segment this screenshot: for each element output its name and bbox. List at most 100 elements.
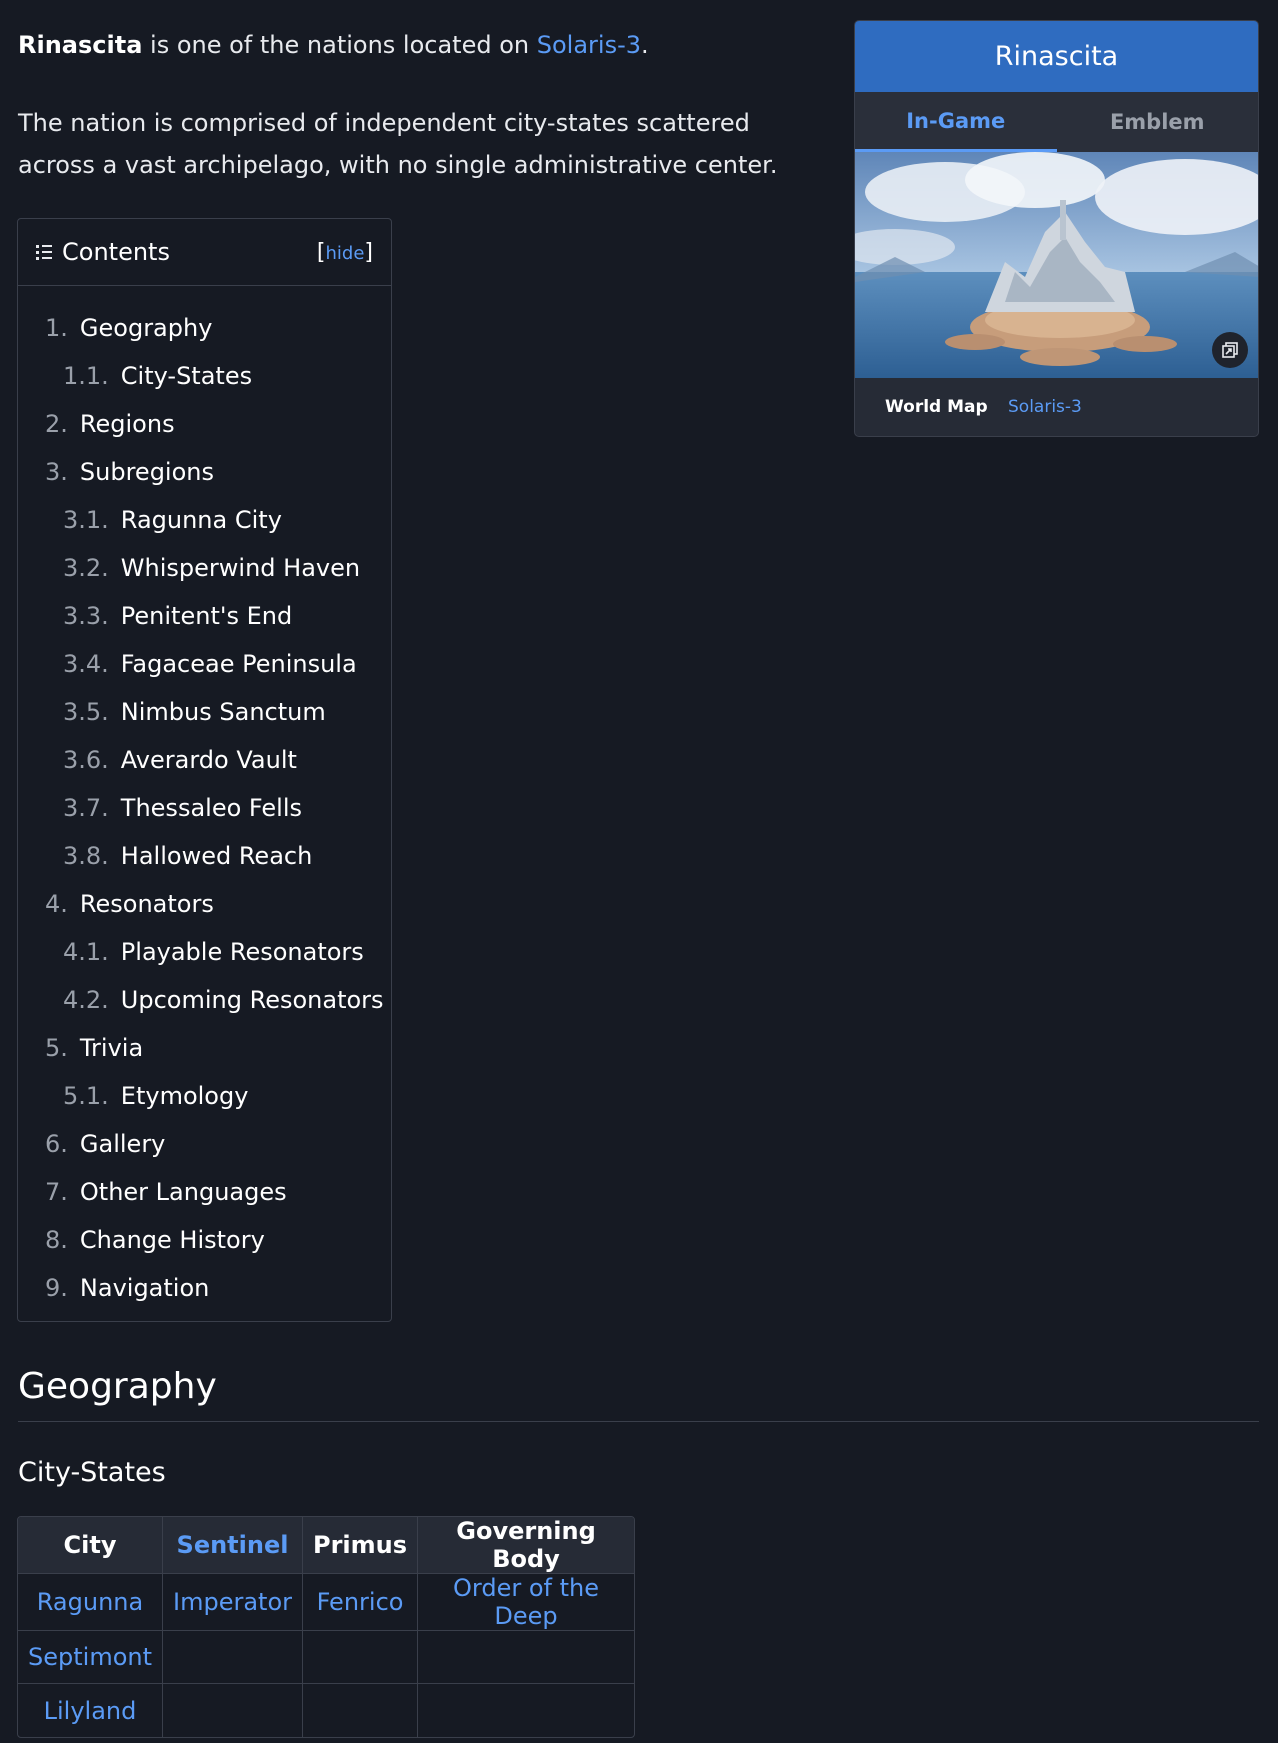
column-header-primus[interactable]: Primus [303, 1517, 419, 1574]
city-link[interactable]: Septimont [28, 1643, 152, 1671]
solaris-link[interactable]: Solaris-3 [537, 31, 641, 59]
table-cell [163, 1631, 303, 1684]
toc-item-number: 5. [45, 1034, 68, 1062]
infobox: Rinascita In-Game Emblem World Map Solar… [854, 20, 1259, 437]
toc-item-label[interactable]: Averardo Vault [121, 746, 297, 774]
table-cell [303, 1631, 419, 1684]
toc-item-label[interactable]: Whisperwind Haven [121, 554, 360, 582]
toc-item[interactable]: 5. Trivia [18, 1024, 391, 1072]
tab-in-game[interactable]: In-Game [855, 92, 1057, 152]
table-row: Ragunna Imperator Fenrico Order of the D… [18, 1574, 635, 1631]
intro-paragraph-1: Rinascita is one of the nations located … [18, 24, 818, 66]
expand-image-button[interactable] [1212, 332, 1248, 368]
infobox-tabs: In-Game Emblem [855, 92, 1258, 152]
subsection-heading-city-states: City-States [18, 1457, 166, 1488]
intro-text: is one of the nations located on [142, 31, 537, 59]
toc-item-label[interactable]: Hallowed Reach [121, 842, 313, 870]
toc-item-label[interactable]: Navigation [80, 1274, 209, 1302]
toc-item[interactable]: 6. Gallery [18, 1120, 391, 1168]
toc-item-number: 8. [45, 1226, 68, 1254]
toc-item-number: 3.1. [63, 506, 109, 534]
toc-item[interactable]: 9. Navigation [18, 1264, 391, 1312]
primus-link[interactable]: Fenrico [317, 1588, 404, 1616]
toc-item-number: 3.6. [63, 746, 109, 774]
toc-item-label[interactable]: Upcoming Resonators [121, 986, 384, 1014]
toc-item-label[interactable]: Subregions [80, 458, 214, 486]
toc-item[interactable]: 5.1. Etymology [18, 1072, 391, 1120]
infobox-title: Rinascita [855, 21, 1258, 92]
city-link[interactable]: Ragunna [37, 1588, 143, 1616]
toc-item-label[interactable]: Ragunna City [121, 506, 282, 534]
toc-item-number: 4. [45, 890, 68, 918]
table-row: Lilyland [18, 1684, 634, 1737]
nation-name-bold: Rinascita [18, 31, 143, 59]
toc-item-number: 3.7. [63, 794, 109, 822]
toc-item[interactable]: 3.2. Whisperwind Haven [18, 544, 391, 592]
toc-item-label[interactable]: Trivia [80, 1034, 143, 1062]
toc-item-number: 7. [45, 1178, 68, 1206]
toc-item[interactable]: 3.8. Hallowed Reach [18, 832, 391, 880]
table-cell [303, 1684, 419, 1737]
toc-item[interactable]: 3.7. Thessaleo Fells [18, 784, 391, 832]
toc-title: Contents [62, 238, 170, 266]
tab-emblem[interactable]: Emblem [1057, 92, 1259, 152]
column-header-governing-body[interactable]: Governing Body [418, 1517, 635, 1574]
toc-item[interactable]: 1.1. City-States [18, 352, 391, 400]
toc-item-label[interactable]: Geography [80, 314, 213, 342]
toc-item-label[interactable]: Change History [80, 1226, 265, 1254]
toc-item-label[interactable]: Gallery [80, 1130, 165, 1158]
toc-item[interactable]: 7. Other Languages [18, 1168, 391, 1216]
toc-item-number: 5.1. [63, 1082, 109, 1110]
toc-item[interactable]: 4.1. Playable Resonators [18, 928, 391, 976]
toc-item-label[interactable]: Other Languages [80, 1178, 287, 1206]
toc-item-number: 4.1. [63, 938, 109, 966]
toc-item-label[interactable]: Thessaleo Fells [121, 794, 302, 822]
toc-item[interactable]: 2. Regions [18, 400, 391, 448]
toc-item[interactable]: 1. Geography [18, 304, 391, 352]
toc-item-label[interactable]: Playable Resonators [121, 938, 364, 966]
toc-item[interactable]: 3.4. Fagaceae Peninsula [18, 640, 391, 688]
governing-body-link[interactable]: Order of the Deep [453, 1574, 599, 1630]
infobox-world-map-row: World Map Solaris-3 [855, 378, 1258, 436]
article-intro: Rinascita is one of the nations located … [18, 24, 818, 222]
toc-item-number: 3.2. [63, 554, 109, 582]
toc-hide-link[interactable]: hide [325, 243, 364, 264]
table-header-row: City Sentinel Primus Governing Body [18, 1517, 635, 1574]
toc-item-number: 3.4. [63, 650, 109, 678]
toc-item-label[interactable]: Regions [80, 410, 175, 438]
column-header-sentinel[interactable]: Sentinel [163, 1517, 303, 1574]
toc-hide-toggle[interactable]: [hide] [317, 240, 373, 265]
city-link[interactable]: Lilyland [44, 1697, 137, 1725]
toc-item[interactable]: 3.6. Averardo Vault [18, 736, 391, 784]
table-cell [418, 1631, 635, 1684]
toc-item-number: 6. [45, 1130, 68, 1158]
toc-item-number: 1. [45, 314, 68, 342]
toc-item[interactable]: 3.1. Ragunna City [18, 496, 391, 544]
toc-item[interactable]: 3.5. Nimbus Sanctum [18, 688, 391, 736]
toc-item-label[interactable]: Penitent's End [121, 602, 292, 630]
toc-header: Contents [hide] [18, 219, 391, 286]
table-cell [163, 1684, 303, 1737]
toc-item-number: 2. [45, 410, 68, 438]
nation-image[interactable] [855, 152, 1258, 378]
table-cell [418, 1684, 634, 1737]
toc-item-label[interactable]: Etymology [121, 1082, 249, 1110]
toc-item-number: 4.2. [63, 986, 109, 1014]
toc-item-label[interactable]: City-States [121, 362, 252, 390]
table-of-contents: Contents [hide] 1. Geography 1.1. City-Stat… [17, 218, 392, 1322]
toc-item[interactable]: 8. Change History [18, 1216, 391, 1264]
toc-item[interactable]: 3. Subregions [18, 448, 391, 496]
sentinel-link[interactable]: Imperator [173, 1588, 292, 1616]
toc-item-number: 3.5. [63, 698, 109, 726]
toc-item-label[interactable]: Fagaceae Peninsula [121, 650, 357, 678]
toc-item[interactable]: 4. Resonators [18, 880, 391, 928]
world-map-link[interactable]: Solaris-3 [1008, 397, 1082, 417]
section-heading-geography: Geography [18, 1366, 1259, 1422]
toc-item-label[interactable]: Nimbus Sanctum [121, 698, 326, 726]
column-header-city[interactable]: City [18, 1517, 163, 1574]
toc-item[interactable]: 3.3. Penitent's End [18, 592, 391, 640]
toc-item[interactable]: 4.2. Upcoming Resonators [18, 976, 391, 1024]
toc-item-label[interactable]: Resonators [80, 890, 214, 918]
list-icon [36, 243, 54, 261]
world-map-label: World Map [885, 397, 988, 417]
